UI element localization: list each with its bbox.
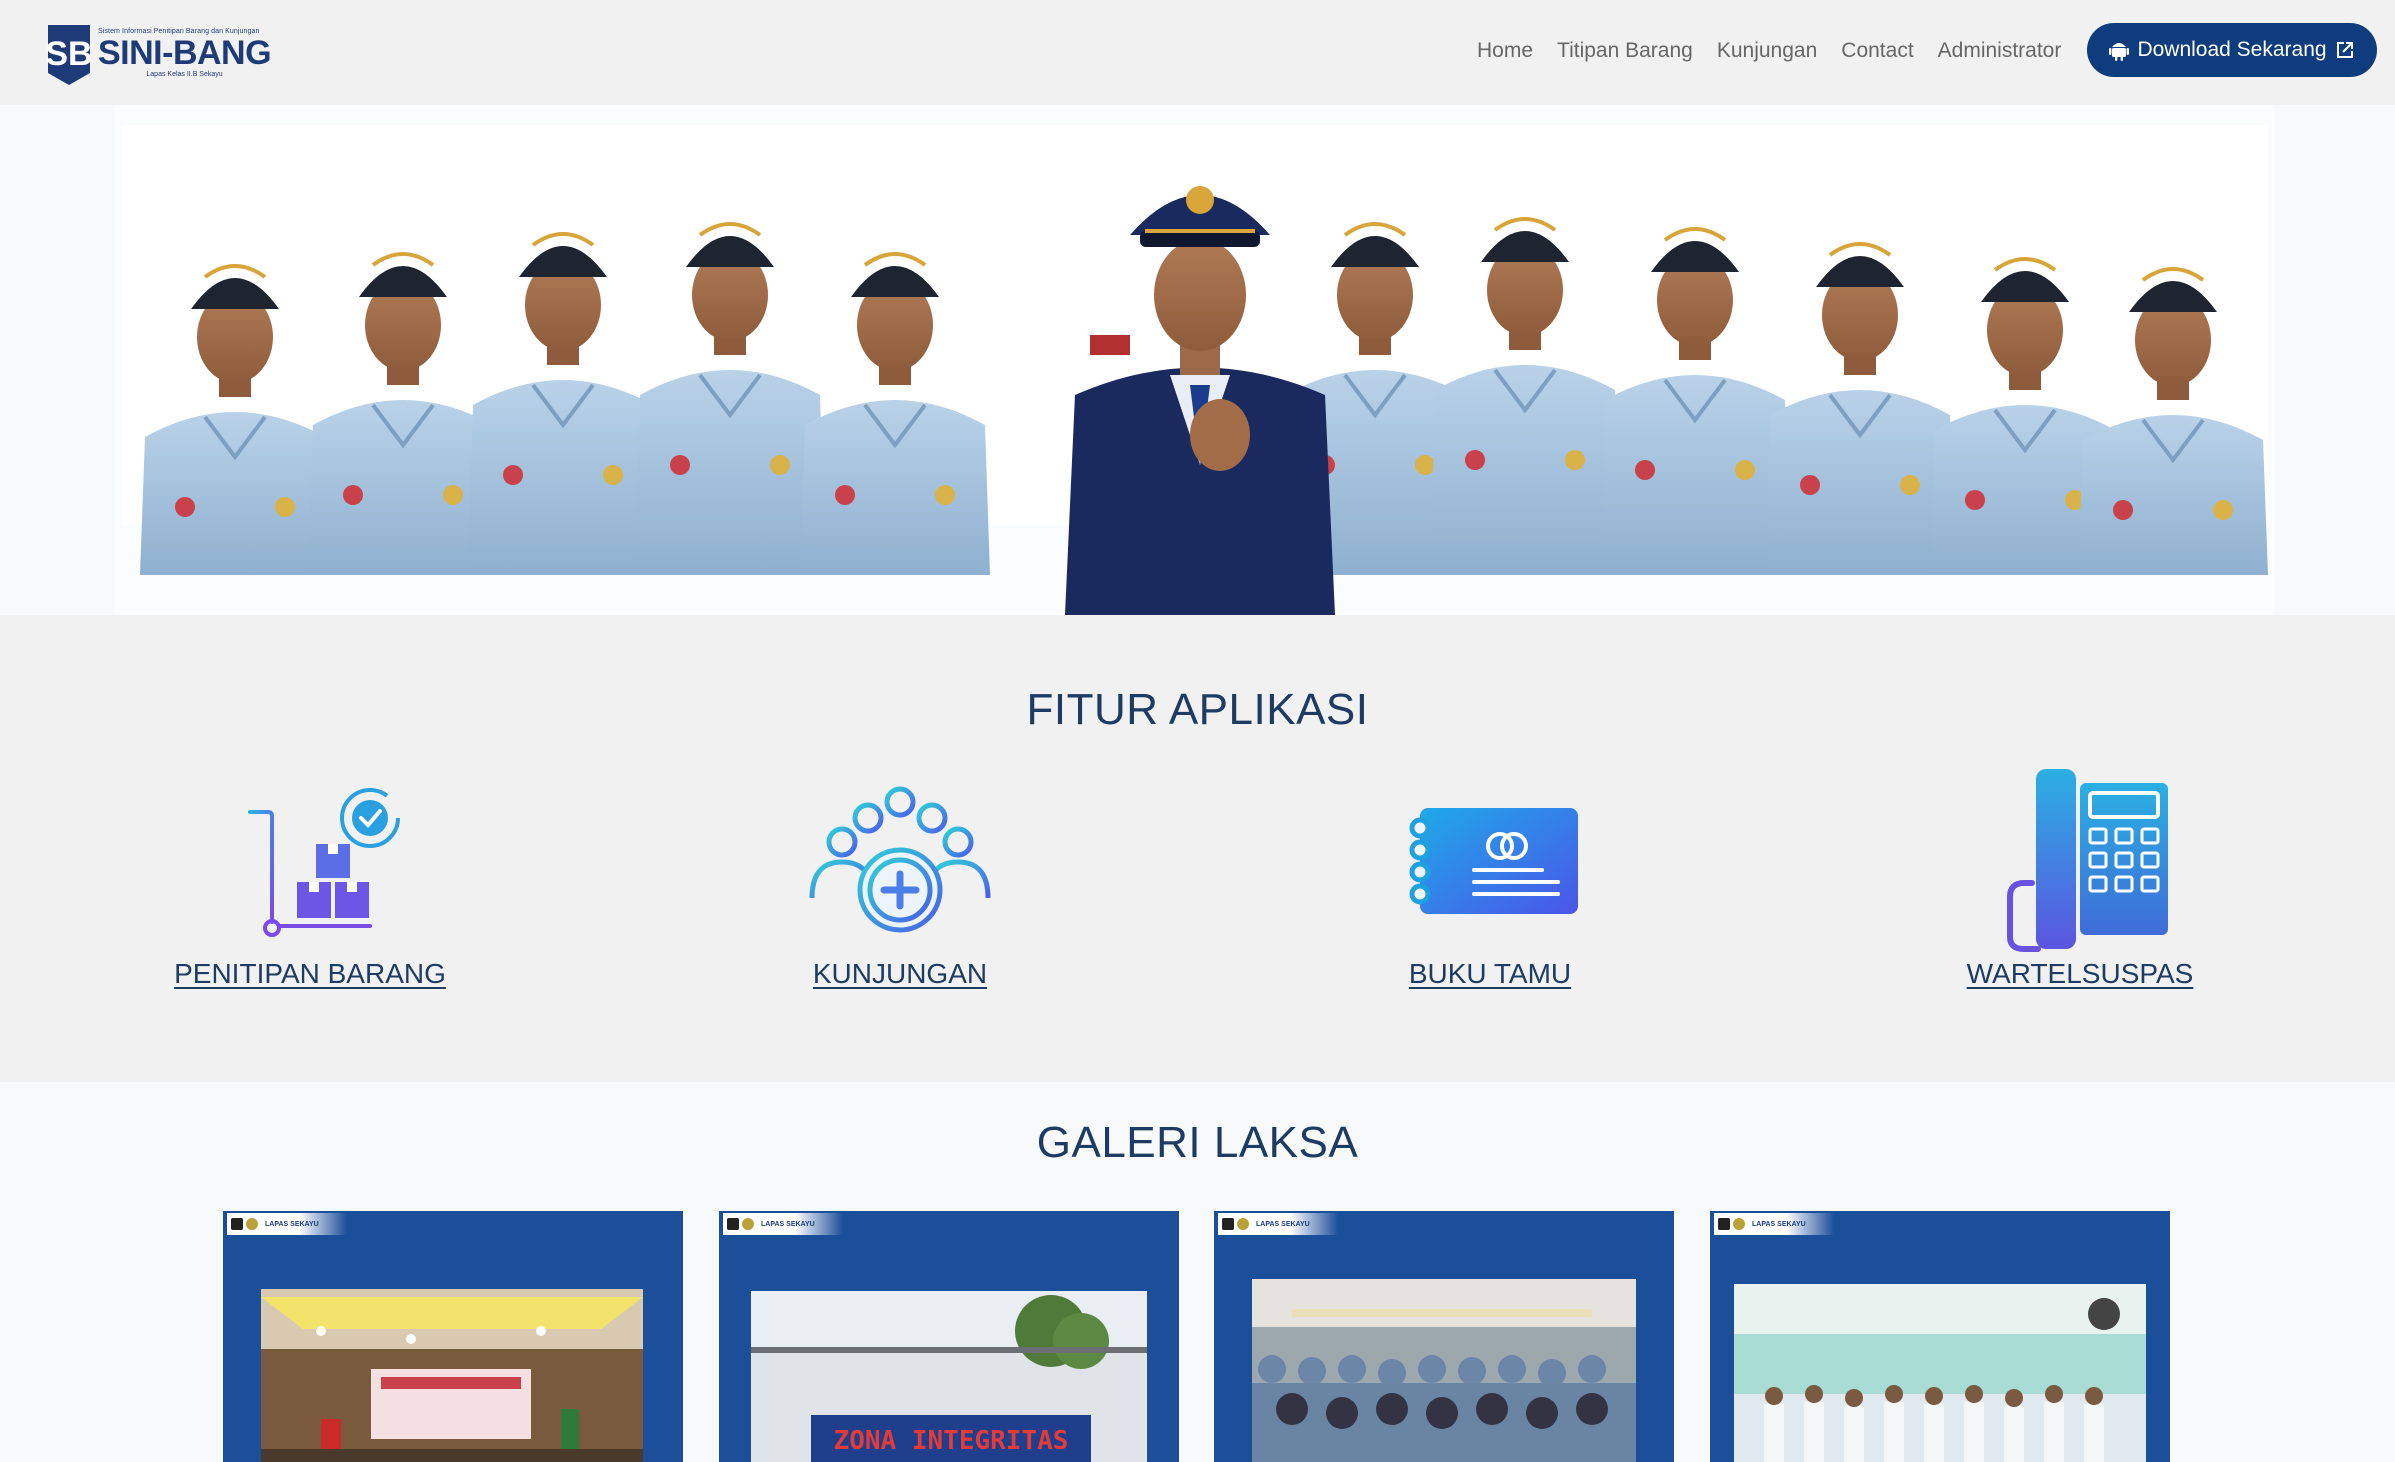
brand-subtitle: Lapas Kelas II.B Sekayu xyxy=(146,71,223,78)
nav-kunjungan[interactable]: Kunjungan xyxy=(1705,36,1829,66)
feature-wartelsuspas[interactable]: WARTELSUSPAS xyxy=(1900,769,2260,990)
officer-figure xyxy=(1600,375,1790,575)
audience-seated-photo xyxy=(1252,1279,1636,1462)
feature-label[interactable]: PENITIPAN BARANG xyxy=(174,958,446,990)
officer-figure xyxy=(1765,390,1955,575)
svg-text:SB: SB xyxy=(45,35,92,73)
sb-logo-icon: SB xyxy=(45,25,93,85)
officer-figure xyxy=(140,412,330,575)
feature-label[interactable]: BUKU TAMU xyxy=(1409,958,1571,990)
guestbook-icon xyxy=(1409,808,1578,914)
group-standing-photo xyxy=(1734,1284,2146,1462)
navbar: SB Sistem Informasi Penitipan Barang dan… xyxy=(0,0,2395,105)
download-label: Download Sekarang xyxy=(2137,38,2327,61)
feature-buku-tamu[interactable]: BUKU TAMU xyxy=(1310,770,1670,990)
external-link-icon xyxy=(2336,42,2353,58)
officer-figure xyxy=(1430,365,1620,575)
feature-label[interactable]: KUNJUNGAN xyxy=(813,958,987,990)
officer-figure xyxy=(2078,415,2268,575)
hall-meeting-photo xyxy=(261,1289,643,1462)
package-trolley-icon xyxy=(248,788,400,937)
galeri-title: GALERI LAKSA xyxy=(1036,1118,1359,1167)
officer-figure xyxy=(800,400,990,575)
brand-name: SINI-BANG xyxy=(98,34,272,72)
fitur-title: FITUR APLIKASI xyxy=(1026,685,1369,734)
nav-contact[interactable]: Contact xyxy=(1829,36,1925,66)
lapas-sekayu-watermark: LAPAS SEKAYU xyxy=(723,1213,843,1235)
nav-home[interactable]: Home xyxy=(1465,36,1545,66)
android-icon xyxy=(2109,43,2130,61)
feature-kunjungan[interactable]: KUNJUNGAN xyxy=(720,770,1080,990)
hero-banner-image xyxy=(115,105,2275,615)
gallery-card[interactable]: LAPAS SEKAYU xyxy=(1214,1211,1674,1462)
officer-figure xyxy=(635,370,825,575)
feature-label[interactable]: WARTELSUSPAS xyxy=(1967,958,2194,990)
galeri-section: GALERI LAKSA LAPAS SEKAYU LAPAS SEKAYU Z… xyxy=(0,1082,2395,1462)
hero-section xyxy=(0,105,2395,615)
zona-integritas-sign: ZONA INTEGRITAS xyxy=(834,1426,1069,1456)
nav-administrator[interactable]: Administrator xyxy=(1926,36,2074,66)
lapas-sekayu-watermark: LAPAS SEKAYU xyxy=(1218,1213,1338,1235)
gallery-card[interactable]: LAPAS SEKAYU ZONA INTEGRITAS xyxy=(719,1211,1179,1462)
gallery-card[interactable]: LAPAS SEKAYU xyxy=(1710,1211,2170,1462)
brand-logo[interactable]: SB Sistem Informasi Penitipan Barang dan… xyxy=(44,18,272,88)
feature-penitipan-barang[interactable]: PENITIPAN BARANG xyxy=(130,770,490,990)
gallery-card[interactable]: LAPAS SEKAYU xyxy=(223,1211,683,1462)
telephone-icon xyxy=(2007,769,2168,952)
lapas-sekayu-watermark: LAPAS SEKAYU xyxy=(1714,1213,1834,1235)
nav-titipan-barang[interactable]: Titipan Barang xyxy=(1545,36,1705,66)
download-button[interactable]: Download Sekarang xyxy=(2087,23,2377,77)
people-plus-icon xyxy=(809,786,991,933)
nav-menu: Home Titipan Barang Kunjungan Contact Ad… xyxy=(1465,36,2073,66)
zona-integritas-photo: ZONA INTEGRITAS xyxy=(751,1291,1147,1462)
officer-figure xyxy=(468,380,658,575)
fitur-section: FITUR APLIKASI PENITIPAN BARANG KUNJUNGA… xyxy=(0,615,2395,1082)
lapas-sekayu-watermark: LAPAS SEKAYU xyxy=(227,1213,347,1235)
